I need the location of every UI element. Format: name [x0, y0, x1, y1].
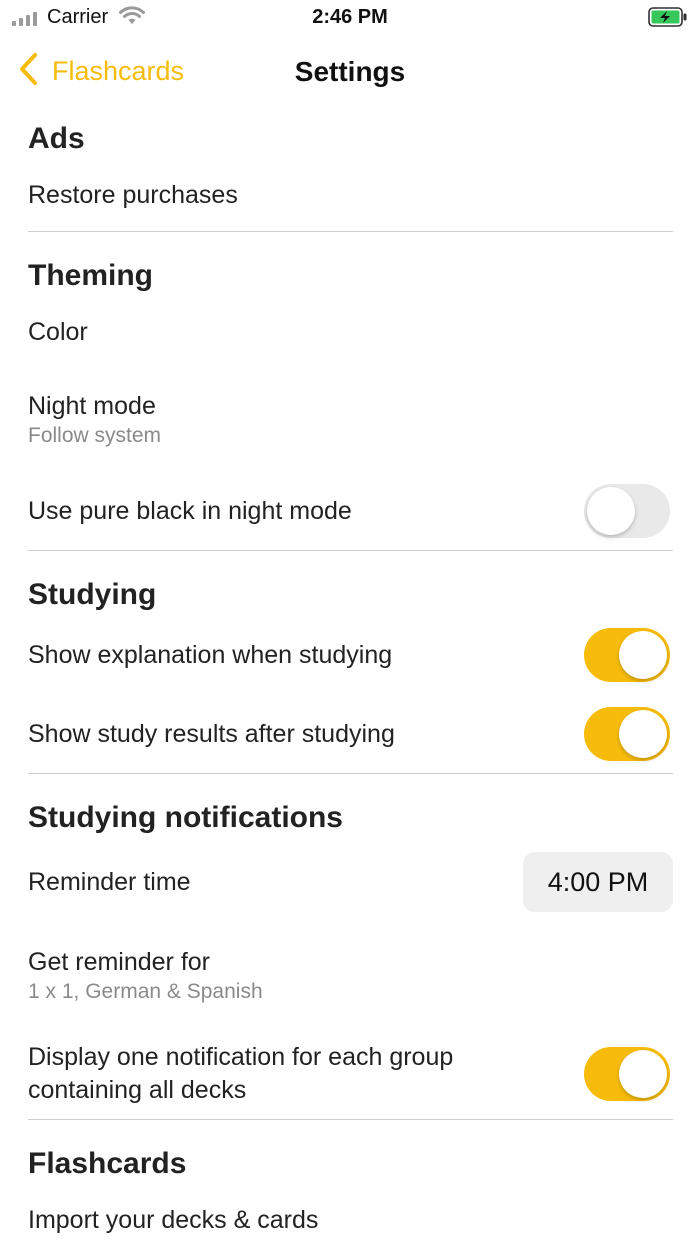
- reminder-time-picker[interactable]: 4:00 PM: [523, 852, 673, 912]
- pure-black-label: Use pure black in night mode: [28, 497, 352, 525]
- restore-purchases-row[interactable]: Restore purchases: [28, 181, 238, 210]
- section-header-flashcards: Flashcards: [28, 1147, 187, 1180]
- divider: [28, 773, 673, 774]
- show-explanation-label: Show explanation when studying: [28, 641, 393, 669]
- show-explanation-toggle[interactable]: [584, 628, 670, 682]
- get-reminder-value: 1 x 1, German & Spanish: [28, 980, 263, 1003]
- navigation-bar: Flashcards Settings: [0, 44, 700, 100]
- one-notification-toggle[interactable]: [584, 1047, 670, 1101]
- status-time: 2:46 PM: [312, 6, 388, 28]
- show-results-toggle[interactable]: [584, 707, 670, 761]
- show-results-label: Show study results after studying: [28, 720, 395, 748]
- pure-black-toggle[interactable]: [584, 484, 670, 538]
- section-header-studying: Studying: [28, 578, 157, 611]
- divider: [28, 1119, 673, 1120]
- toggle-knob: [587, 487, 635, 535]
- import-decks-row[interactable]: Import your decks & cards: [28, 1206, 318, 1235]
- color-row[interactable]: Color: [28, 318, 88, 347]
- one-notification-label-line1: Display one notification for each group: [28, 1043, 454, 1071]
- divider: [28, 231, 673, 232]
- section-header-theming: Theming: [28, 259, 153, 292]
- battery-charging-icon: [648, 7, 688, 32]
- section-header-notifications: Studying notifications: [28, 801, 343, 834]
- reminder-time-label: Reminder time: [28, 868, 191, 896]
- night-mode-row[interactable]: Night mode: [28, 392, 156, 421]
- get-reminder-row[interactable]: Get reminder for: [28, 948, 210, 977]
- section-header-ads: Ads: [28, 122, 85, 155]
- divider: [28, 550, 673, 551]
- page-title: Settings: [294, 56, 406, 87]
- toggle-knob: [619, 1050, 667, 1098]
- toggle-knob: [619, 631, 667, 679]
- one-notification-label-line2: containing all decks: [28, 1076, 247, 1104]
- status-bar: Carrier 2:46 PM: [0, 0, 700, 36]
- night-mode-value: Follow system: [28, 424, 162, 447]
- toggle-knob: [619, 710, 667, 758]
